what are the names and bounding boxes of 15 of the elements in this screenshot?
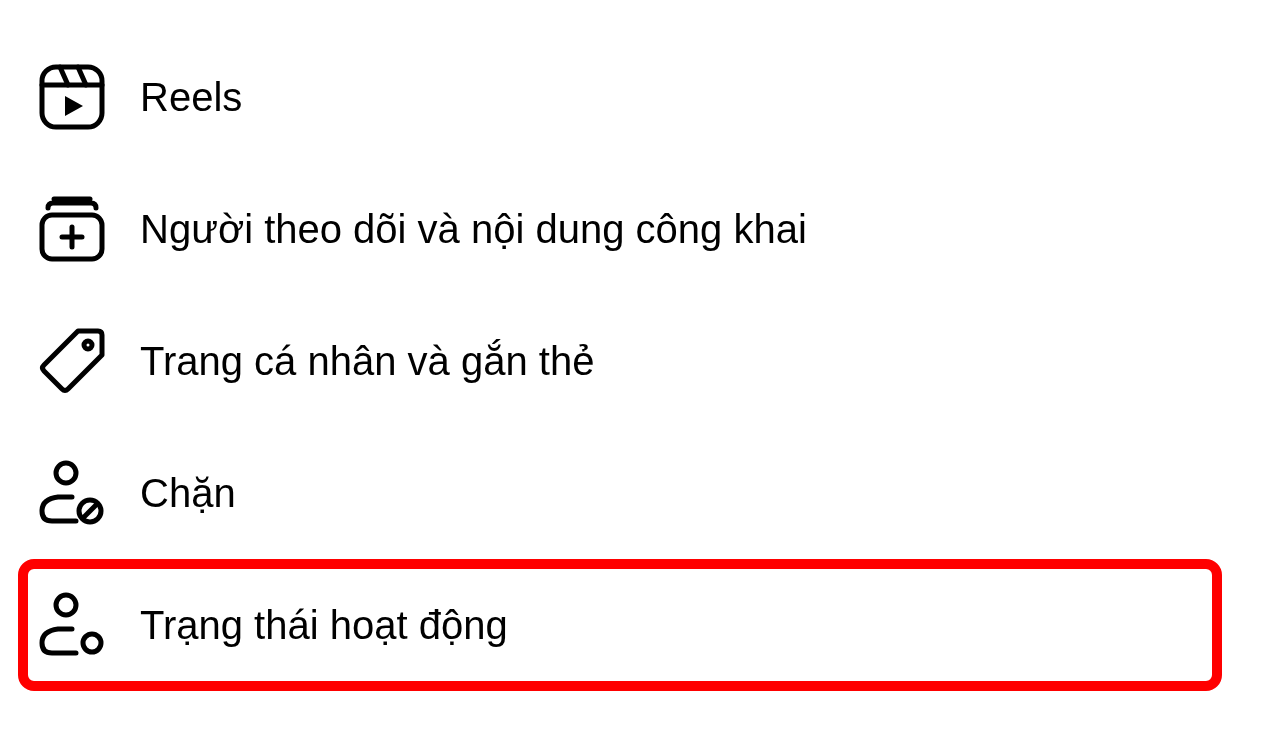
menu-item[interactable]: Trang cá nhân và gắn thẻ: [18, 295, 1222, 427]
reels-icon: [38, 63, 106, 131]
stack-plus-icon: [38, 195, 106, 263]
menu-item[interactable]: Reels: [18, 31, 1222, 163]
person-blocked-icon: [38, 459, 106, 527]
tag-icon: [38, 327, 106, 395]
menu-item-label: Người theo dõi và nội dung công khai: [140, 206, 807, 253]
person-status-icon: [38, 591, 106, 659]
menu-item[interactable]: Trạng thái hoạt động: [18, 559, 1222, 691]
menu-item-label: Trang cá nhân và gắn thẻ: [140, 338, 595, 385]
menu-item[interactable]: Người theo dõi và nội dung công khai: [18, 163, 1222, 295]
menu-item-label: Trạng thái hoạt động: [140, 602, 508, 649]
menu-item[interactable]: Chặn: [18, 427, 1222, 559]
menu-item-label: Reels: [140, 74, 243, 121]
menu-item-label: Chặn: [140, 470, 236, 517]
